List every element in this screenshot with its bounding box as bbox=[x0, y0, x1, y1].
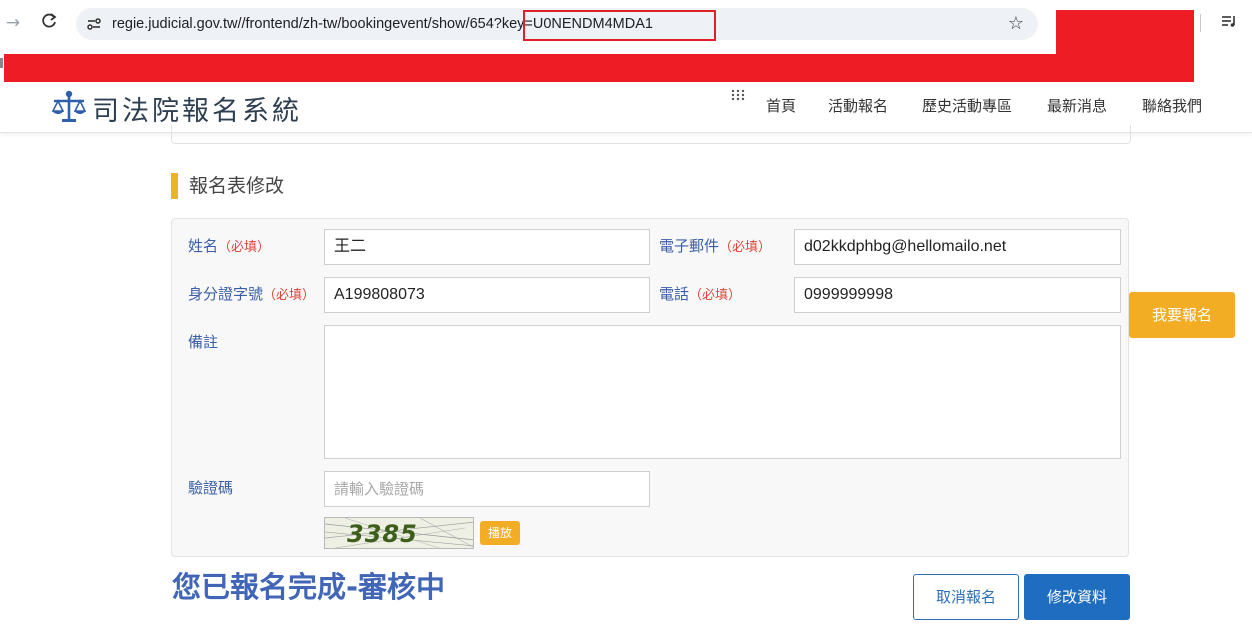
cancel-registration-button[interactable]: 取消報名 bbox=[913, 574, 1019, 620]
email-label-text: 電子郵件 bbox=[659, 237, 720, 255]
edit-data-button[interactable]: 修改資料 bbox=[1024, 574, 1130, 620]
section-accent-bar bbox=[171, 173, 178, 199]
required-mark: （必填） bbox=[263, 288, 316, 303]
email-input[interactable]: d02kkdphbg@hellomailo.net bbox=[794, 229, 1121, 265]
bookmarks-bar-edge bbox=[0, 58, 3, 68]
captcha-label: 驗證碼 bbox=[188, 479, 234, 497]
email-label: 電子郵件（必填） bbox=[659, 236, 771, 258]
site-info-icon[interactable] bbox=[86, 16, 102, 32]
captcha-input[interactable]: 請輸入驗證碼 bbox=[324, 471, 650, 507]
reload-icon[interactable] bbox=[38, 12, 60, 34]
id-number-label-text: 身分證字號 bbox=[188, 285, 264, 303]
register-button[interactable]: 我要報名 bbox=[1129, 292, 1235, 338]
remarks-textarea[interactable] bbox=[324, 325, 1121, 459]
id-number-input[interactable]: A199808073 bbox=[324, 277, 650, 313]
nav-item-past-events[interactable]: 歷史活動專區 bbox=[922, 95, 1012, 117]
previous-panel-edge bbox=[171, 125, 1131, 144]
nav-item-contact[interactable]: 聯絡我們 bbox=[1142, 95, 1202, 117]
nav-item-news[interactable]: 最新消息 bbox=[1047, 95, 1107, 117]
phone-input[interactable]: 0999999998 bbox=[794, 277, 1121, 313]
reading-list-icon[interactable] bbox=[1218, 12, 1240, 34]
name-label-text: 姓名 bbox=[188, 237, 219, 255]
url-key-highlight-box bbox=[523, 10, 716, 41]
grid-menu-icon[interactable] bbox=[730, 88, 746, 102]
captcha-text: 3385 bbox=[347, 520, 418, 548]
phone-label: 電話（必填） bbox=[659, 284, 741, 306]
toolbar-divider bbox=[1200, 14, 1201, 32]
captcha-play-button[interactable]: 播放 bbox=[480, 521, 520, 545]
site-title[interactable]: 司法院報名系統 bbox=[92, 89, 302, 128]
nav-item-home[interactable]: 首頁 bbox=[766, 95, 796, 117]
required-mark: （必填） bbox=[689, 288, 742, 303]
section-title: 報名表修改 bbox=[189, 175, 285, 197]
registration-status-message: 您已報名完成-審核中 bbox=[172, 570, 446, 604]
name-label: 姓名（必填） bbox=[188, 236, 270, 258]
redaction-block bbox=[1056, 10, 1194, 58]
redaction-band bbox=[4, 54, 1194, 82]
forward-arrow-icon[interactable]: → bbox=[2, 12, 24, 34]
required-mark: （必填） bbox=[719, 240, 772, 255]
nav-item-event-registration[interactable]: 活動報名 bbox=[828, 95, 888, 117]
bookmark-star-icon[interactable]: ☆ bbox=[1005, 13, 1027, 35]
name-input[interactable]: 王二 bbox=[324, 229, 650, 265]
phone-label-text: 電話 bbox=[659, 285, 690, 303]
remarks-label: 備註 bbox=[188, 333, 219, 351]
captcha-image: 3385 bbox=[324, 517, 474, 549]
justice-scales-logo-icon[interactable] bbox=[49, 87, 89, 127]
id-number-label: 身分證字號（必填） bbox=[188, 284, 315, 306]
required-mark: （必填） bbox=[218, 240, 271, 255]
